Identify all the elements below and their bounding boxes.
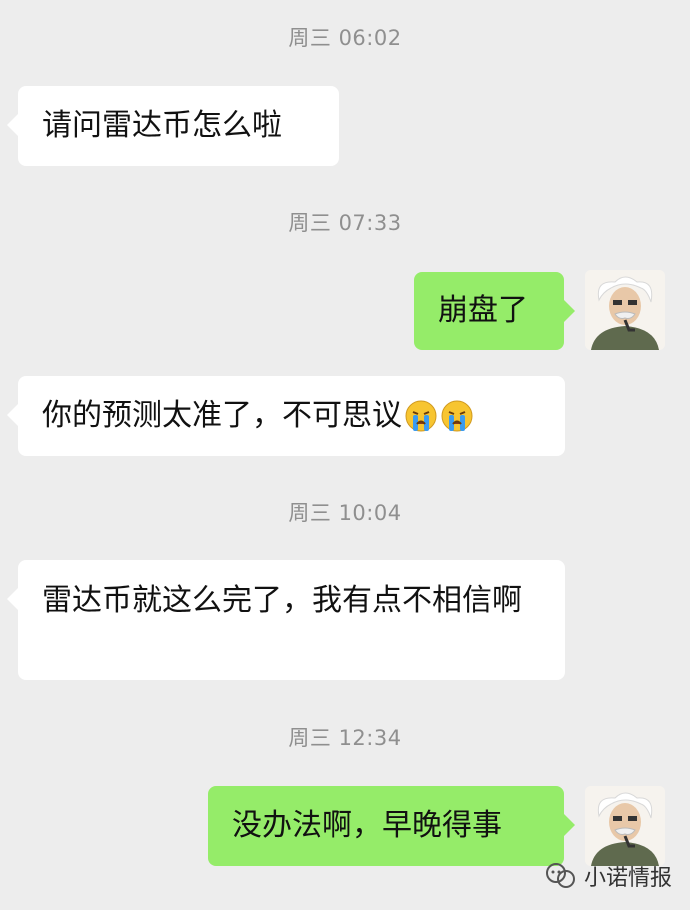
einstein-avatar-icon: [585, 786, 665, 866]
message-text: 你的预测太准了，不可思议: [42, 398, 402, 433]
timestamp: 周三 10:04: [288, 501, 402, 525]
message-text: 雷达币就这么完了，我有点不相信啊: [42, 583, 522, 618]
user-avatar[interactable]: [585, 270, 665, 350]
timestamp: 周三 06:02: [288, 26, 402, 50]
message-text: 没办法啊，早晚得事: [232, 808, 502, 843]
message-bubble-outgoing[interactable]: 没办法啊，早晚得事: [208, 786, 575, 866]
timestamp: 周三 12:34: [288, 726, 402, 750]
message-text: 崩盘了: [438, 293, 528, 328]
message-bubble-incoming[interactable]: 雷达币就这么完了，我有点不相信啊: [7, 560, 565, 680]
user-avatar[interactable]: [585, 786, 665, 866]
message-bubble-incoming[interactable]: 请问雷达币怎么啦: [7, 86, 339, 166]
einstein-avatar-icon: [585, 270, 665, 350]
message-text: 请问雷达币怎么啦: [42, 108, 282, 143]
crying-face-icon: [405, 400, 437, 432]
timestamp: 周三 07:33: [288, 211, 402, 235]
watermark: 小诺情报: [544, 860, 672, 892]
wechat-channel-icon: [545, 863, 575, 888]
message-bubble-outgoing[interactable]: 崩盘了: [414, 272, 575, 350]
message-bubble-incoming[interactable]: 你的预测太准了，不可思议: [7, 376, 565, 456]
crying-face-icon: [441, 400, 473, 432]
watermark-text: 小诺情报: [583, 866, 672, 891]
